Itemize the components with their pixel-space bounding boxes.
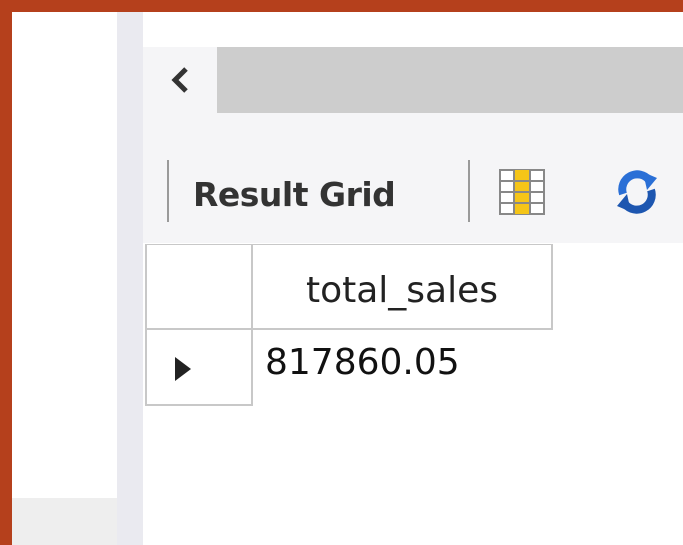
chevron-left-icon bbox=[171, 67, 188, 93]
scrollbar-track[interactable] bbox=[217, 47, 683, 113]
result-panel: Result Grid total_sales 817860.05 bbox=[143, 12, 683, 545]
row-header[interactable] bbox=[145, 330, 253, 406]
table-cell[interactable]: 817860.05 bbox=[265, 330, 565, 406]
result-grid-tab[interactable]: Result Grid bbox=[193, 175, 396, 215]
refresh-icon[interactable] bbox=[613, 166, 661, 218]
result-grid: total_sales 817860.05 bbox=[143, 243, 683, 545]
left-panel bbox=[12, 12, 117, 545]
row-pointer-icon bbox=[175, 357, 191, 381]
scroll-left-button[interactable] bbox=[143, 47, 217, 113]
column-header[interactable]: total_sales bbox=[253, 244, 553, 330]
toolbar-separator bbox=[167, 160, 169, 222]
grid-corner-cell[interactable] bbox=[145, 244, 253, 330]
horizontal-scrollbar[interactable] bbox=[143, 47, 683, 113]
grid-columns-icon[interactable] bbox=[498, 168, 546, 216]
workbench-window: Result Grid total_sales 817860.05 bbox=[12, 12, 683, 545]
left-panel-footer bbox=[12, 498, 117, 545]
result-toolbar: Result Grid bbox=[143, 113, 683, 243]
toolbar-separator bbox=[468, 160, 470, 222]
panel-splitter[interactable] bbox=[117, 12, 143, 545]
